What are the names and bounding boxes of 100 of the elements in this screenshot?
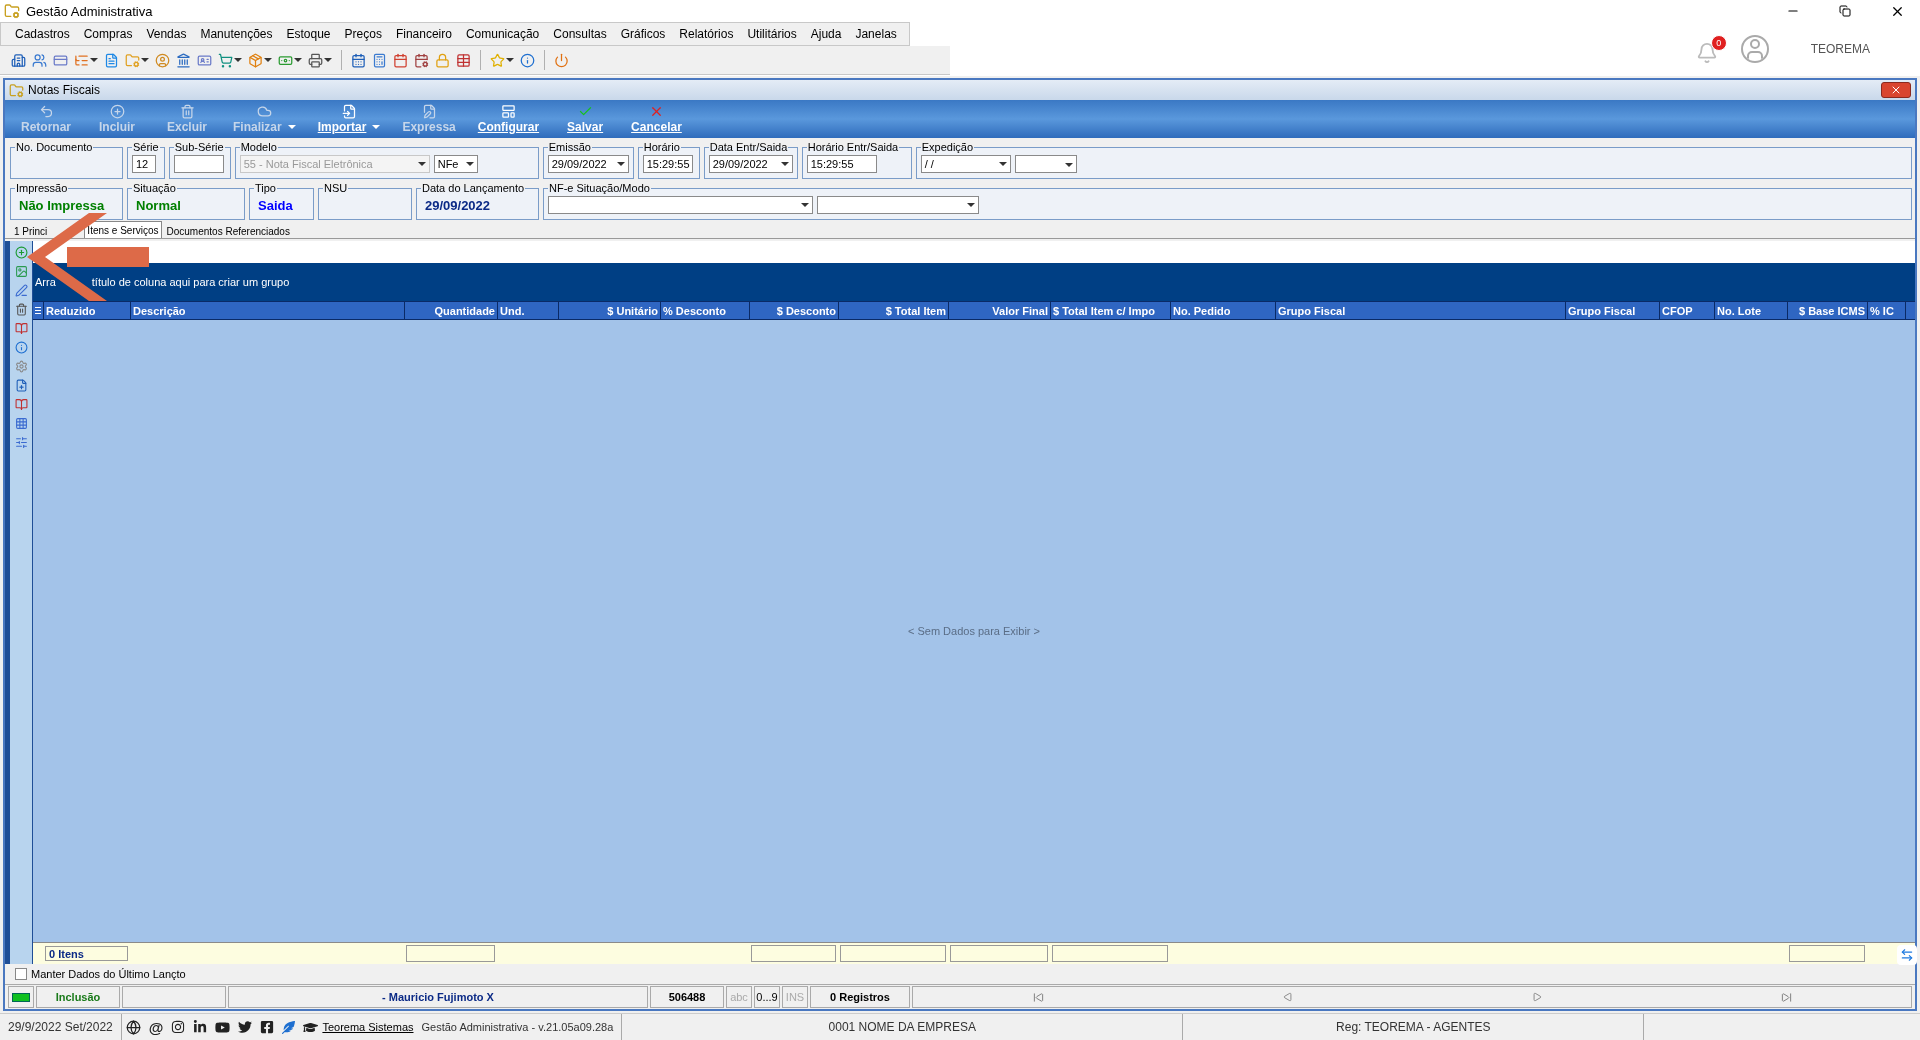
menu-item[interactable]: Utilitários — [741, 27, 803, 41]
mode-dropdown[interactable] — [817, 196, 979, 214]
status-dropdown[interactable] — [548, 196, 813, 214]
sliders-button[interactable] — [13, 435, 29, 450]
printer-button[interactable] — [307, 51, 333, 69]
linkedin-icon[interactable] — [193, 1020, 208, 1034]
star-button[interactable] — [489, 51, 515, 69]
column-header[interactable]: $ Unitário — [559, 302, 661, 319]
field-label: No. Documento — [15, 141, 94, 153]
text-field[interactable] — [173, 155, 224, 173]
menu-item[interactable]: Preços — [338, 27, 388, 41]
first-button[interactable] — [1032, 991, 1044, 1003]
close-button[interactable] — [1881, 82, 1911, 98]
building-button[interactable] — [10, 51, 27, 69]
user-icon[interactable] — [1740, 35, 1769, 63]
last-button[interactable] — [1780, 991, 1792, 1003]
date-dropdown[interactable]: 29/09/2022 — [547, 155, 629, 173]
date-dropdown[interactable]: / / — [920, 155, 1011, 173]
previous-button[interactable] — [1282, 992, 1293, 1002]
toolbar-button[interactable]: Configurar — [471, 101, 546, 137]
calendar-button[interactable] — [350, 51, 367, 69]
box-button[interactable] — [247, 51, 273, 69]
cart-button[interactable] — [217, 51, 243, 69]
toolbar-button[interactable]: Importar — [311, 101, 387, 137]
tab[interactable]: Documentos Referenciados — [163, 223, 293, 238]
menu-item[interactable]: Ajuda — [804, 27, 848, 41]
column-header[interactable]: Grupo Fiscal — [1276, 302, 1566, 319]
column-header[interactable]: No. Pedido — [1171, 302, 1276, 319]
column-header[interactable]: $ Total Item c/ Impo — [1051, 302, 1171, 319]
menu-item[interactable]: Gráficos — [614, 27, 672, 41]
remote-button[interactable] — [1897, 945, 1917, 965]
column-header[interactable]: $ Desconto — [750, 302, 839, 319]
column-header[interactable]: No. Lote — [1715, 302, 1788, 319]
menu-item[interactable]: Estoque — [280, 27, 337, 41]
toolbar-button[interactable]: Salvar — [555, 101, 616, 137]
facebook-icon[interactable] — [260, 1020, 275, 1034]
bank-button[interactable] — [175, 51, 192, 69]
table-button[interactable] — [455, 51, 472, 69]
column-header[interactable]: $ Base ICMS — [1788, 302, 1868, 319]
power-button[interactable] — [553, 51, 570, 69]
info-button[interactable] — [13, 340, 29, 355]
email-link[interactable]: @ — [148, 1018, 164, 1036]
column-header[interactable]: Grupo Fiscal — [1566, 302, 1660, 319]
next-button[interactable] — [1531, 992, 1542, 1002]
folder-gear-button[interactable] — [124, 51, 150, 69]
calculator-button[interactable] — [371, 51, 388, 69]
book-button[interactable] — [13, 397, 29, 412]
column-header[interactable]: Descrição — [131, 302, 405, 319]
info-button[interactable] — [519, 51, 536, 69]
people-button[interactable] — [31, 51, 48, 69]
user-name: TEOREMA — [1810, 42, 1870, 56]
folder-icon — [9, 82, 24, 98]
date-dropdown[interactable]: 29/09/2022 — [708, 155, 793, 173]
person-button[interactable] — [154, 51, 171, 69]
menu-item[interactable]: Janelas — [849, 27, 903, 41]
menu-item[interactable]: Financeiro — [389, 27, 458, 41]
toolbar-button[interactable]: Cancelar — [625, 101, 688, 137]
window-icon — [500, 104, 516, 119]
field-label: Modelo — [239, 141, 278, 153]
column-header[interactable]: Quantidade — [405, 302, 498, 319]
table-button[interactable] — [13, 416, 29, 431]
menu-item[interactable]: Compras — [77, 27, 139, 41]
tab[interactable]: 1 Princi — [11, 223, 51, 238]
table-icon — [456, 52, 471, 68]
calendar-button[interactable] — [392, 51, 409, 69]
notification-button[interactable]: 0 — [1695, 34, 1727, 64]
menu-item[interactable]: Consultas — [547, 27, 613, 41]
menu-item[interactable]: Comunicação — [459, 27, 546, 41]
image-button[interactable] — [13, 264, 29, 279]
book-button[interactable] — [13, 321, 29, 336]
gear-button[interactable] — [13, 359, 29, 374]
keep-data-checkbox[interactable]: Manter Dados do Último Lançto — [5, 964, 1915, 984]
column-header[interactable]: % IC — [1868, 302, 1906, 319]
menu-item[interactable]: Relatórios — [673, 27, 740, 41]
menu-item[interactable]: Vendas — [140, 27, 193, 41]
people-icon — [32, 52, 47, 68]
power-icon — [554, 52, 569, 68]
menu-item[interactable]: Cadastros — [9, 27, 76, 41]
column-header[interactable]: Valor Final — [949, 302, 1051, 319]
text-field[interactable]: 12 — [132, 155, 156, 173]
calendar-gear-button[interactable] — [413, 51, 430, 69]
add-button[interactable] — [13, 245, 29, 260]
twitter-icon[interactable] — [238, 1020, 253, 1034]
menu-item[interactable]: Manutenções — [194, 27, 279, 41]
column-header[interactable]: Und. — [498, 302, 559, 319]
website-link[interactable]: Teorema Sistemas — [322, 1021, 414, 1033]
trash-button[interactable] — [13, 302, 29, 317]
tab[interactable]: Itens e Serviços — [84, 221, 162, 238]
instagram-icon[interactable] — [171, 1020, 186, 1034]
column-header[interactable]: CFOP — [1660, 302, 1715, 319]
edit-button[interactable] — [13, 283, 29, 298]
column-header[interactable]: Reduzido — [44, 302, 131, 319]
column-header[interactable]: % Desconto — [661, 302, 750, 319]
previous-icon — [1282, 992, 1293, 1002]
text-field[interactable]: 15:29:55 — [806, 155, 877, 173]
document-button[interactable] — [103, 51, 120, 69]
text-field[interactable]: 15:29:55 — [642, 155, 693, 173]
column-header[interactable]: $ Total Item — [839, 302, 949, 319]
spin-field[interactable] — [1014, 155, 1077, 173]
table-icon — [14, 417, 28, 430]
